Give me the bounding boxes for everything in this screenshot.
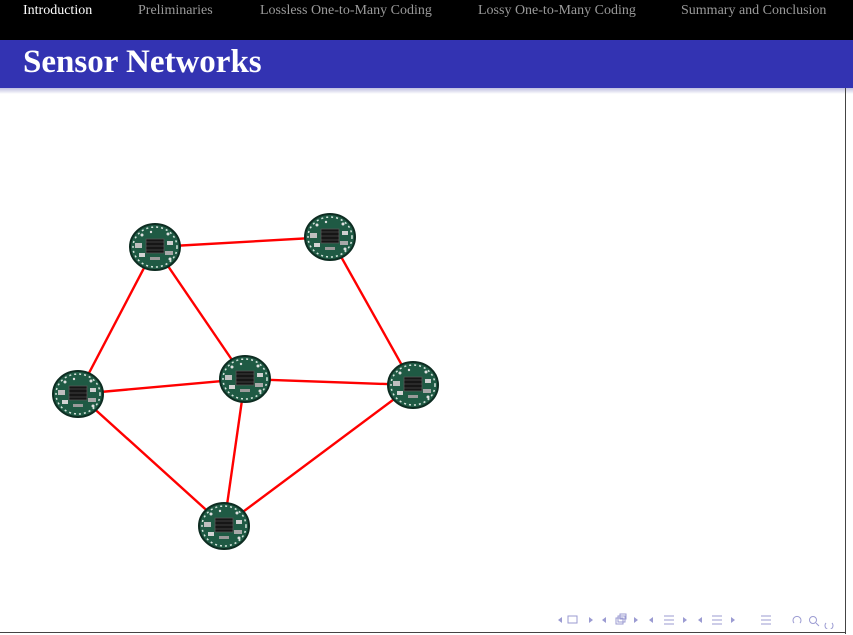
frame-icon[interactable]: [567, 615, 578, 624]
sensor-board-icon: [198, 502, 250, 550]
nav-right-icon[interactable]: [634, 617, 638, 623]
section-icon[interactable]: [664, 615, 674, 625]
nav-left-icon[interactable]: [602, 617, 606, 623]
sensor-network-diagram: [52, 213, 439, 550]
subsection-icon[interactable]: [615, 613, 627, 625]
sensor-board-icon: [304, 213, 356, 261]
beamer-navigation-controls: [558, 613, 834, 629]
nav-left-icon[interactable]: [558, 617, 562, 623]
sensor-board-icon: [219, 355, 271, 403]
sensor-board-icon: [129, 223, 181, 271]
nav-left-icon[interactable]: [649, 617, 653, 623]
link-a-c: [76, 246, 157, 395]
link-a-b: [154, 235, 331, 249]
slide-frame: Introduction Preliminaries Lossless One-…: [0, 0, 853, 635]
nav-left-icon[interactable]: [698, 617, 702, 623]
link-e-f: [223, 384, 414, 527]
link-c-f: [77, 393, 225, 527]
nav-right-icon[interactable]: [683, 617, 687, 623]
search-icon[interactable]: [792, 615, 834, 629]
link-b-e: [328, 236, 415, 386]
appendix-icon[interactable]: [761, 615, 771, 625]
nav-right-icon[interactable]: [731, 617, 735, 623]
network-nodes: [52, 213, 439, 550]
sensor-board-icon: [52, 370, 104, 418]
sensor-board-icon: [387, 361, 439, 409]
nav-right-icon[interactable]: [589, 617, 593, 623]
section-icon[interactable]: [712, 615, 722, 625]
